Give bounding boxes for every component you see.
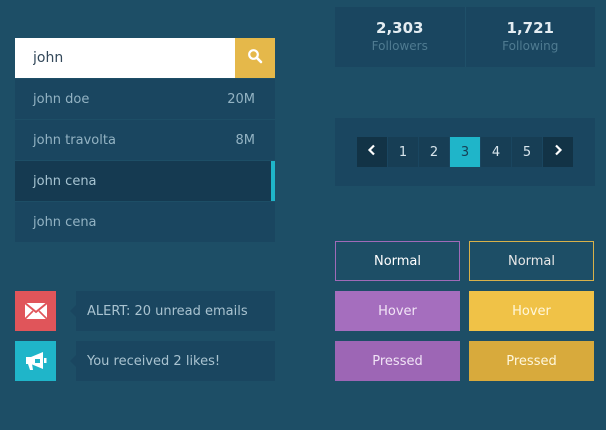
envelope-icon xyxy=(15,291,56,331)
pagination-panel: 1 2 3 4 5 xyxy=(335,118,595,186)
megaphone-icon xyxy=(15,341,56,381)
page-2-button[interactable]: 2 xyxy=(419,137,449,167)
notification-likes[interactable]: You received 2 likes! xyxy=(15,341,275,381)
followers-count: 2,303 xyxy=(376,19,424,37)
hover-yellow-button[interactable]: Hover xyxy=(469,291,594,331)
search-result-item[interactable]: john travolta 8M xyxy=(15,120,275,160)
hover-purple-button[interactable]: Hover xyxy=(335,291,460,331)
page-5-button[interactable]: 5 xyxy=(512,137,542,167)
pagination: 1 2 3 4 5 xyxy=(357,137,573,167)
search-result-item[interactable]: john cena xyxy=(15,202,275,242)
chevron-left-icon xyxy=(367,144,377,160)
result-name: john doe xyxy=(33,91,90,107)
notification-text: You received 2 likes! xyxy=(70,341,275,381)
result-count: 8M xyxy=(235,132,256,148)
search-result-item[interactable]: john doe 20M xyxy=(15,79,275,119)
result-name: john travolta xyxy=(33,132,116,148)
stats-panel: 2,303 Followers 1,721 Following xyxy=(335,7,595,67)
following-stat[interactable]: 1,721 Following xyxy=(464,7,596,67)
search-results: john doe 20M john travolta 8M john cena … xyxy=(15,79,275,243)
pressed-yellow-button[interactable]: Pressed xyxy=(469,341,594,381)
normal-yellow-button[interactable]: Normal xyxy=(469,241,594,281)
result-name: john cena xyxy=(33,173,97,189)
notification-alert[interactable]: ALERT: 20 unread emails xyxy=(15,291,275,331)
result-count: 20M xyxy=(227,91,255,107)
page-4-button[interactable]: 4 xyxy=(481,137,511,167)
notification-text: ALERT: 20 unread emails xyxy=(70,291,275,331)
followers-stat[interactable]: 2,303 Followers xyxy=(335,7,465,67)
search-button[interactable] xyxy=(235,38,275,78)
following-label: Following xyxy=(502,39,559,53)
search-icon xyxy=(247,48,263,68)
following-count: 1,721 xyxy=(506,19,554,37)
normal-purple-button[interactable]: Normal xyxy=(335,241,460,281)
next-page-button[interactable] xyxy=(543,137,573,167)
page-1-button[interactable]: 1 xyxy=(388,137,418,167)
search-result-item-selected[interactable]: john cena xyxy=(15,161,275,201)
chevron-right-icon xyxy=(553,144,563,160)
prev-page-button[interactable] xyxy=(357,137,387,167)
pressed-purple-button[interactable]: Pressed xyxy=(335,341,460,381)
search-box xyxy=(15,38,275,78)
result-name: john cena xyxy=(33,214,97,230)
followers-label: Followers xyxy=(371,39,428,53)
search-input[interactable] xyxy=(15,38,235,78)
page-3-button-current[interactable]: 3 xyxy=(450,137,480,167)
